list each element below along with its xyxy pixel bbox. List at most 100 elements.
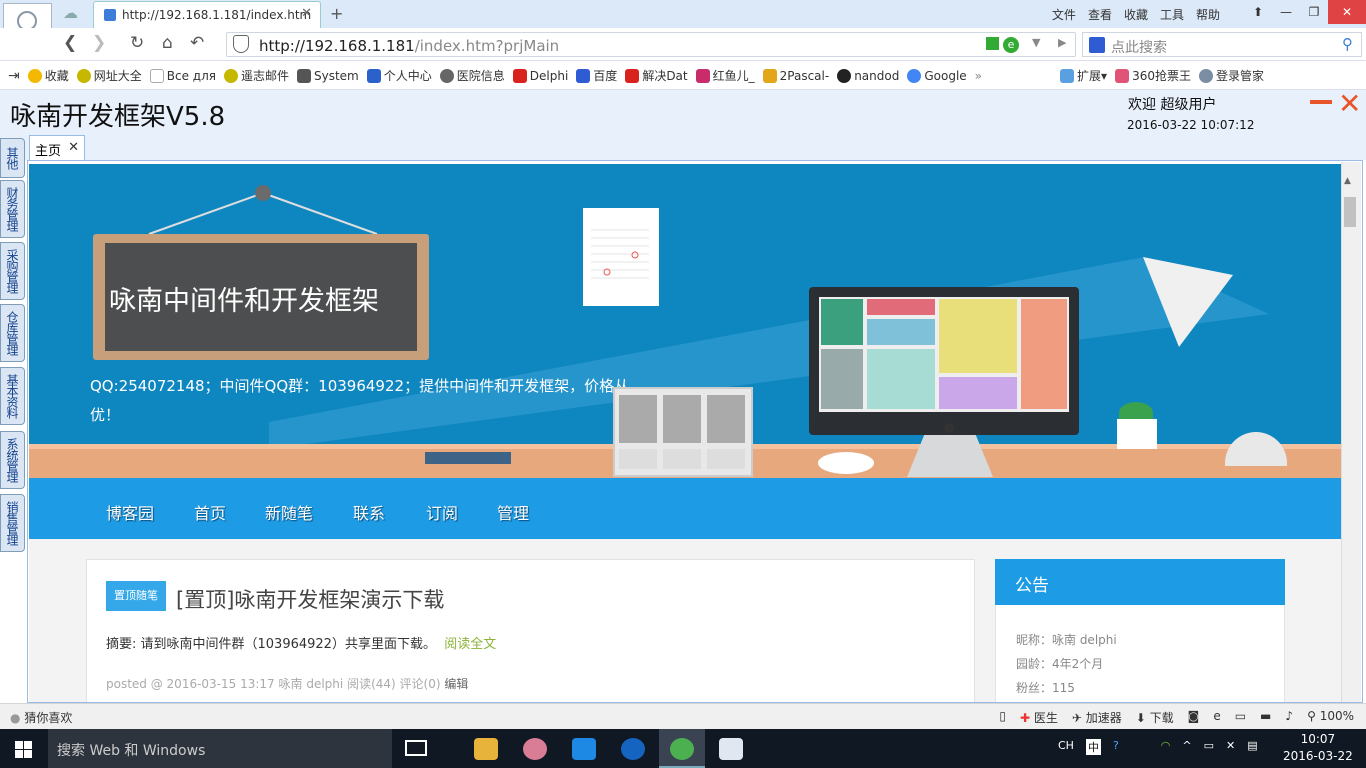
k-app-icon[interactable] <box>621 738 645 760</box>
nav-subscribe[interactable]: 订阅 <box>426 500 458 524</box>
trash-icon[interactable]: ▭ <box>1235 709 1246 726</box>
ime-icon[interactable]: 中 <box>1085 739 1101 755</box>
delphi-app-icon[interactable] <box>719 738 743 760</box>
menu-file[interactable]: 文件 <box>1052 6 1076 23</box>
nav-contact[interactable]: 联系 <box>353 500 385 524</box>
back-icon[interactable]: ❮ <box>63 33 77 53</box>
ticket-button[interactable]: 360抢票王 <box>1115 67 1191 84</box>
refresh-icon[interactable]: ↻ <box>130 33 144 53</box>
bookmark-item[interactable]: Все для <box>149 68 216 83</box>
search-icon[interactable]: ⚲ <box>1342 35 1353 53</box>
baidu-icon[interactable] <box>1089 37 1105 53</box>
app-minimize-icon[interactable] <box>1310 100 1332 104</box>
nav-cnblogs[interactable]: 博客园 <box>106 500 154 524</box>
sidebar-toggle-icon[interactable]: ⇥ <box>8 68 20 84</box>
login-manager-button[interactable]: 登录管家 <box>1198 67 1264 84</box>
more-bookmarks-icon[interactable]: » <box>975 69 982 83</box>
address-bar[interactable]: http://192.168.1.181/index.htm?prjMain <box>226 32 1076 57</box>
forward-icon[interactable]: ❯ <box>92 33 106 53</box>
read-more-link[interactable]: 阅读全文 <box>444 637 496 652</box>
browser-tab[interactable]: http://192.168.1.181/index.htm ✕ <box>93 1 321 28</box>
doctor-button[interactable]: ✚ 医生 <box>1020 709 1058 726</box>
play-icon[interactable]: ▶ <box>1058 36 1066 49</box>
battery-icon[interactable]: ▭ <box>1204 739 1214 755</box>
edit-link[interactable]: 编辑 <box>444 677 468 691</box>
home-icon[interactable]: ⌂ <box>162 33 173 53</box>
menu-view[interactable]: 查看 <box>1088 6 1112 23</box>
skin-icon[interactable]: ⬆ <box>1244 0 1272 24</box>
bookmark-item[interactable]: 百度 <box>576 67 617 84</box>
search-input[interactable]: 点此搜索 <box>1082 32 1362 57</box>
wifi-icon[interactable]: ◠ <box>1161 739 1171 755</box>
bookmark-item[interactable]: Delphi <box>512 68 568 83</box>
task-view-icon[interactable] <box>405 740 427 756</box>
bookmark-item[interactable]: System <box>297 68 359 83</box>
side-tab-other[interactable]: 其他 <box>0 138 25 178</box>
guess-you-like[interactable]: ● 猜你喜欢 <box>10 709 72 726</box>
restore-window-icon[interactable]: ❐ <box>1300 0 1328 24</box>
chevron-down-icon[interactable]: ▼ <box>1032 36 1040 49</box>
file-explorer-icon[interactable] <box>474 738 498 760</box>
minimize-window-icon[interactable]: — <box>1272 0 1300 24</box>
bookmark-item[interactable]: 医院信息 <box>439 67 505 84</box>
ie-icon[interactable]: e <box>1213 709 1220 726</box>
bookmark-item[interactable]: 解决Dat <box>625 67 688 84</box>
bookmark-item[interactable]: 网址大全 <box>76 67 142 84</box>
side-tab-finance[interactable]: 财务管理 <box>0 180 25 238</box>
vertical-scrollbar[interactable] <box>1341 162 1361 702</box>
side-tab-basic-data[interactable]: 基本资料 <box>0 367 25 425</box>
close-window-icon[interactable]: ✕ <box>1328 0 1366 24</box>
monitor-screen <box>819 297 1069 412</box>
input-language[interactable]: CH <box>1058 739 1074 755</box>
close-tab-icon[interactable]: ✕ <box>301 6 312 21</box>
tab-home[interactable]: 主页 ✕ <box>29 135 85 160</box>
windows-start-icon[interactable] <box>15 741 32 758</box>
bookmark-item[interactable]: 个人中心 <box>366 67 432 84</box>
taskbar-clock[interactable]: 10:07 2016-03-22 <box>1283 731 1353 765</box>
nav-home[interactable]: 首页 <box>194 500 226 524</box>
notification-icon[interactable]: ▤ <box>1247 739 1257 755</box>
taskbar-search[interactable]: 搜索 Web 和 Windows <box>48 729 392 768</box>
zoom-button[interactable]: ⚲ 100% <box>1307 709 1354 726</box>
menu-tools[interactable]: 工具 <box>1160 6 1184 23</box>
side-tab-sales[interactable]: 销售管理 <box>0 494 25 552</box>
cloud-icon[interactable]: ☁ <box>63 4 78 22</box>
shield-icon[interactable] <box>233 35 249 53</box>
mask-icon[interactable]: ◙ <box>1188 709 1200 726</box>
volume-mute-icon[interactable]: ✕ <box>1226 739 1235 755</box>
bookmark-item[interactable]: Google <box>907 68 967 83</box>
messenger-icon[interactable] <box>572 738 596 760</box>
side-tab-warehouse[interactable]: 仓库管理 <box>0 304 25 362</box>
bookmark-favorites[interactable]: 收藏 <box>27 67 69 84</box>
nav-manage[interactable]: 管理 <box>497 500 529 524</box>
extensions-button[interactable]: 扩展 ▾ <box>1060 67 1107 84</box>
new-tab-button[interactable]: + <box>330 4 343 23</box>
scrollbar-thumb[interactable] <box>1344 197 1356 227</box>
app-close-icon[interactable]: ✕ <box>1338 90 1361 118</box>
download-button[interactable]: ⬇ 下载 <box>1136 709 1174 726</box>
bookmark-item[interactable]: 2Pascal- <box>762 68 829 83</box>
app-icon[interactable] <box>523 738 547 760</box>
volume-icon[interactable]: ♪ <box>1285 709 1293 726</box>
help-icon[interactable]: ? <box>1113 739 1119 755</box>
nav-new-post[interactable]: 新随笔 <box>265 500 313 524</box>
browser-icon[interactable] <box>670 738 694 760</box>
bookmark-item[interactable]: 红鱼儿_ <box>695 67 755 84</box>
bookmark-item[interactable]: nandod <box>837 68 899 83</box>
side-tab-system[interactable]: 系统管理 <box>0 431 25 489</box>
menu-help[interactable]: 帮助 <box>1196 6 1220 23</box>
chevron-up-icon[interactable]: ^ <box>1182 739 1191 755</box>
menu-favorites[interactable]: 收藏 <box>1124 6 1148 23</box>
post-title[interactable]: [置顶]咏南开发框架演示下载 <box>176 584 444 614</box>
bookmark-item[interactable]: 遥志邮件 <box>223 67 289 84</box>
ie-mode-icon[interactable]: e <box>1003 37 1019 53</box>
phone-icon[interactable]: ▯ <box>999 709 1006 726</box>
qr-code-icon[interactable] <box>986 37 999 50</box>
post-author[interactable]: 咏南 delphi <box>279 677 344 691</box>
scroll-up-icon[interactable]: ▲ <box>1344 176 1351 186</box>
accelerator-button[interactable]: ✈ 加速器 <box>1072 709 1122 726</box>
screen-icon[interactable]: ▬ <box>1260 709 1271 726</box>
close-tab-icon[interactable]: ✕ <box>68 140 79 155</box>
side-tab-purchase[interactable]: 采购管理 <box>0 242 25 300</box>
undo-icon[interactable]: ↶ <box>190 33 204 53</box>
